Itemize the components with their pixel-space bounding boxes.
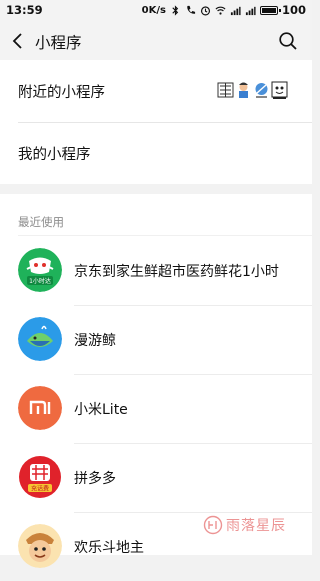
- watermark: 雨落星辰: [203, 515, 286, 535]
- watermark-logo-icon: [203, 515, 223, 535]
- nearby-thumb-icon-4: [271, 81, 288, 99]
- app-name: 京东到家生鲜超市医药鲜花1小时: [74, 264, 279, 280]
- nearby-mini-programs-row[interactable]: 附近的小程序: [0, 60, 312, 122]
- app-name: 漫游鲸: [74, 333, 116, 349]
- status-bar: 13:59 0K/s 100: [0, 0, 312, 22]
- list-item[interactable]: 充话费 拼多多: [0, 443, 312, 512]
- app-name: 欢乐斗地主: [74, 540, 144, 556]
- app-name: 拼多多: [74, 471, 116, 487]
- list-item[interactable]: 1小时达 京东到家生鲜超市医药鲜花1小时: [0, 236, 312, 305]
- nav-bar: 小程序: [0, 22, 312, 60]
- pinduoduo-icon: 充话费: [18, 455, 62, 499]
- battery-percent: 100: [281, 3, 306, 17]
- battery-fill: [261, 7, 276, 13]
- back-arrow-icon[interactable]: [10, 32, 26, 50]
- page-title: 小程序: [35, 34, 82, 52]
- status-time: 13:59: [6, 3, 43, 17]
- doudizhu-icon: [18, 524, 62, 568]
- recent-section-label: 最近使用: [18, 215, 64, 229]
- wifi-icon: [215, 6, 226, 15]
- jd-daojia-icon: 1小时达: [18, 248, 62, 292]
- manyoujing-icon: [18, 317, 62, 361]
- my-mini-programs-row[interactable]: 我的小程序: [0, 122, 312, 184]
- status-icons: 0K/s 100: [142, 3, 306, 17]
- phone-icon: [187, 5, 196, 14]
- nearby-thumb-icon-1: [217, 82, 234, 98]
- list-item[interactable]: 漫游鲸: [0, 305, 312, 374]
- pdd-badge-text: 充话费: [31, 485, 49, 493]
- nearby-mini-programs-label: 附近的小程序: [18, 84, 105, 101]
- watermark-text: 雨落星辰: [226, 518, 286, 534]
- signal-icon-2: [245, 6, 256, 15]
- mi-logo-icon: [18, 386, 62, 430]
- my-mini-programs-label: 我的小程序: [18, 146, 91, 163]
- list-item[interactable]: 小米Lite: [0, 374, 312, 443]
- alarm-icon: [200, 5, 211, 15]
- nearby-thumbnails: [217, 80, 288, 100]
- app-name: 小米Lite: [74, 402, 128, 418]
- signal-icon: [230, 6, 241, 15]
- jd-badge-text: 1小时达: [29, 277, 51, 285]
- nearby-thumb-icon-2: [239, 82, 248, 98]
- recent-section: 最近使用 1小时达 京东到家生鲜超市医药鲜花1小时 漫游鲸 小米Lite 充话费…: [0, 194, 312, 568]
- bluetooth-icon: [172, 4, 179, 16]
- nearby-thumb-icon-3: [255, 83, 268, 98]
- mini-program-menu: 附近的小程序 我的小程序: [0, 60, 312, 184]
- net-speed: 0K/s: [141, 4, 166, 16]
- battery-icon: [259, 5, 281, 15]
- search-icon[interactable]: [278, 31, 298, 51]
